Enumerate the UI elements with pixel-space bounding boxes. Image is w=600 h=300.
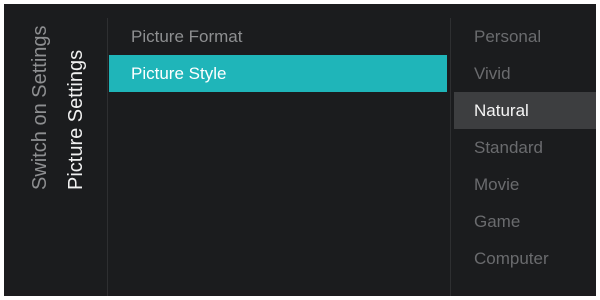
option-natural[interactable]: Natural	[454, 92, 596, 129]
menu-divider-left	[107, 18, 108, 296]
menu-item-picture-style[interactable]: Picture Style	[109, 55, 447, 92]
option-standard[interactable]: Standard	[454, 129, 596, 166]
option-personal[interactable]: Personal	[454, 18, 596, 55]
breadcrumb: Switch on Settings Picture Settings	[4, 4, 108, 296]
settings-menu: Picture Format Picture Style	[109, 18, 447, 296]
option-movie[interactable]: Movie	[454, 166, 596, 203]
tv-settings-screen: Switch on Settings Picture Settings Pict…	[4, 4, 596, 296]
option-vivid[interactable]: Vivid	[454, 55, 596, 92]
breadcrumb-parent[interactable]: Switch on Settings	[28, 25, 52, 190]
picture-style-options: Personal Vivid Natural Standard Movie Ga…	[454, 18, 596, 296]
option-game[interactable]: Game	[454, 203, 596, 240]
breadcrumb-current: Picture Settings	[65, 49, 87, 190]
menu-item-picture-format[interactable]: Picture Format	[109, 18, 447, 55]
option-computer[interactable]: Computer	[454, 240, 596, 277]
menu-divider-right	[450, 18, 451, 296]
